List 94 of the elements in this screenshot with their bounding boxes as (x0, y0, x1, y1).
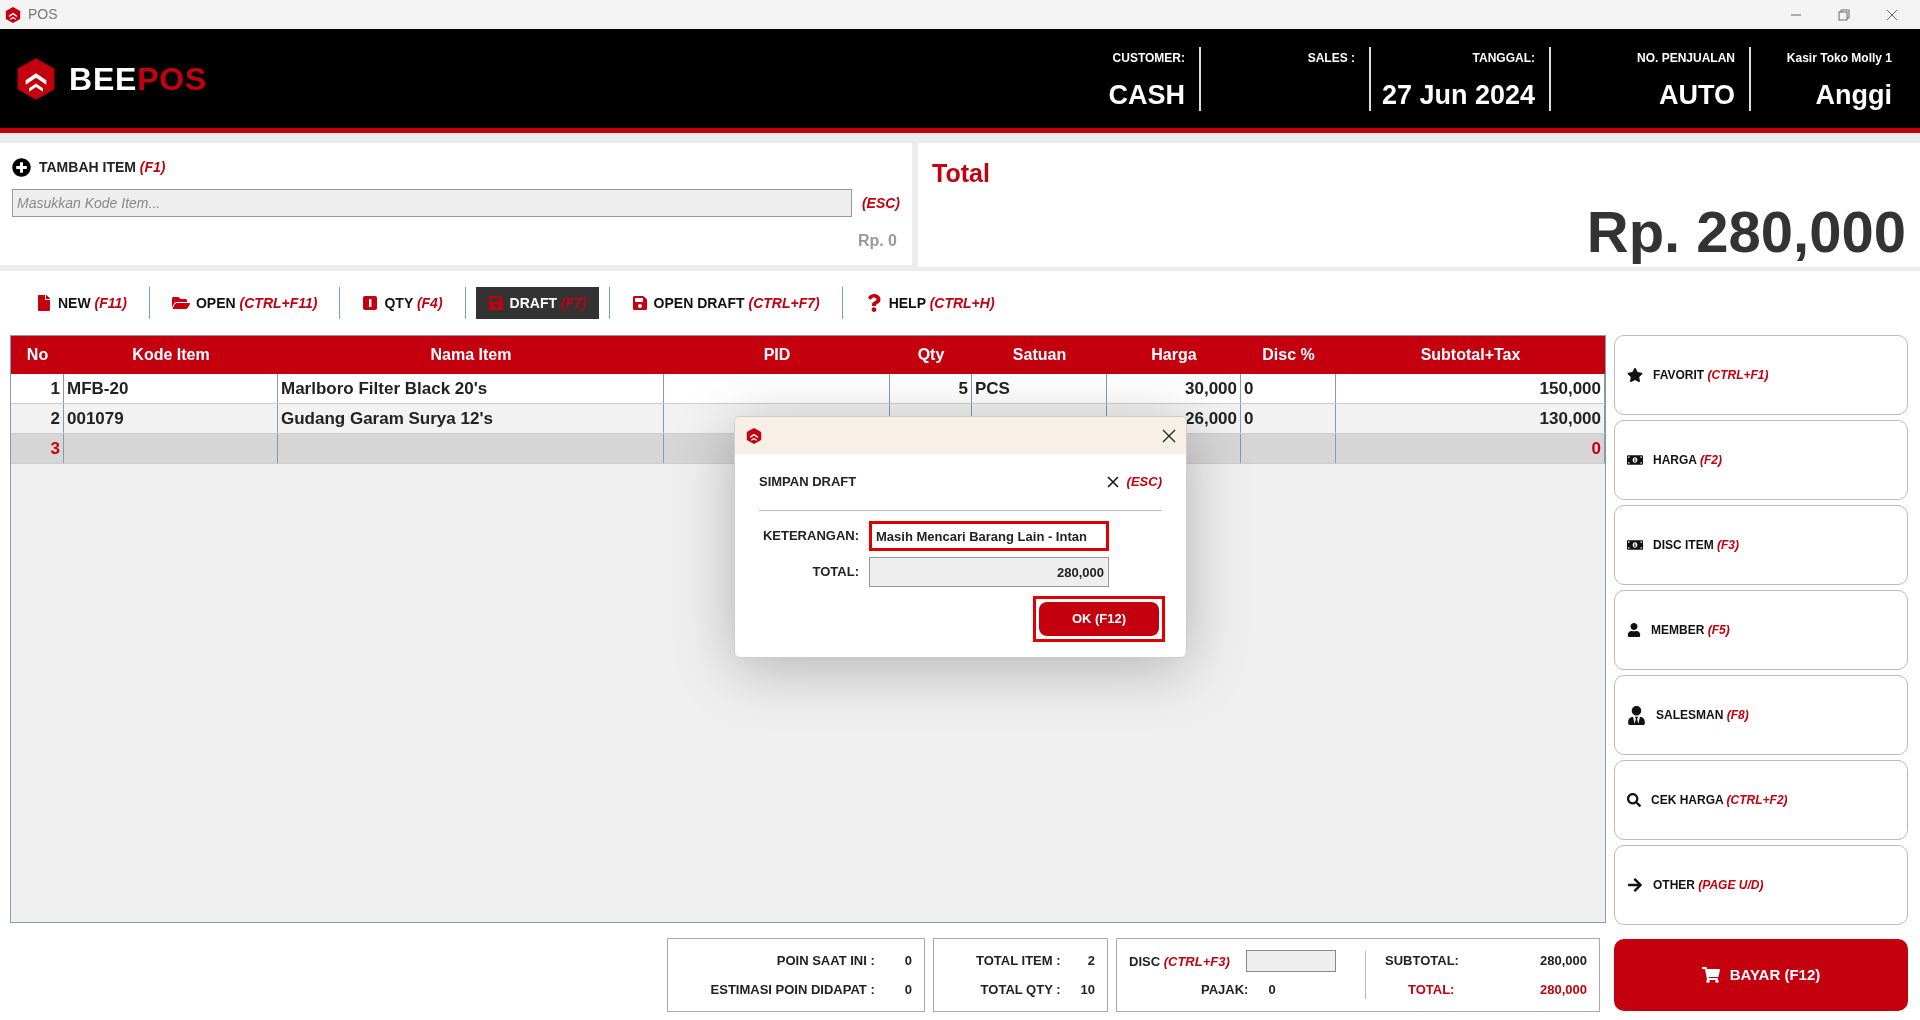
side-button[interactable]: FAVORIT (CTRL+F1) (1614, 335, 1908, 415)
toolbar-button[interactable]: DRAFT (F7) (475, 287, 599, 319)
user-icon (1627, 623, 1641, 637)
save-icon (631, 295, 648, 311)
grand-total-label: TOTAL: (1407, 981, 1456, 999)
side-button[interactable]: CEK HARGA (CTRL+F2) (1614, 760, 1908, 840)
table-cell-text: 0 (1244, 377, 1254, 400)
column-header[interactable]: Nama Item (278, 343, 664, 367)
note-field[interactable]: Masih Mencari Barang Lain - Intan (869, 521, 1109, 551)
tax-label: PAJAK: (1201, 981, 1249, 1000)
restore-icon[interactable] (1838, 8, 1850, 21)
header-label: SALES : (1307, 49, 1355, 67)
add-item-label: TAMBAH ITEM (F1) (39, 158, 166, 177)
arrow-right-icon (1627, 877, 1643, 893)
table-cell-text: 150,000 (1539, 377, 1601, 400)
column-header[interactable]: PID (664, 343, 890, 367)
table-cell-text: 5 (958, 377, 968, 400)
star-icon (1627, 367, 1643, 383)
table-cell-text: Marlboro Filter Black 20's (281, 377, 488, 400)
esc-shortcut: (ESC) (861, 193, 900, 213)
logo-text: BEE (69, 59, 138, 99)
table-cell-text: 0 (1591, 437, 1601, 460)
window-title: POS (28, 5, 58, 24)
cart-icon (1701, 966, 1720, 984)
header-value: AUTO (1659, 81, 1735, 109)
disc-field[interactable] (1245, 950, 1336, 973)
pay-button[interactable]: BAYAR (F12) (1614, 939, 1908, 1011)
table-cell-text: Gudang Garam Surya 12's (281, 407, 493, 430)
column-header[interactable]: Satuan (972, 343, 1107, 367)
field-label: KETERANGAN: (761, 527, 859, 546)
total-title: Total (932, 158, 990, 189)
subtotal-label: SUBTOTAL: (1384, 951, 1460, 970)
side-button[interactable]: SALESMAN (F8) (1614, 675, 1908, 755)
side-button[interactable]: HARGA (F2) (1614, 420, 1908, 500)
esc-shortcut: (ESC) (1126, 473, 1162, 492)
table-cell-text: MFB-20 (67, 377, 129, 400)
table-cell-text: 0 (1244, 407, 1254, 430)
column-header[interactable]: No (11, 343, 64, 367)
header-value: 27 Jun 2024 (1381, 81, 1535, 109)
side-button[interactable]: OTHER (PAGE U/D) (1614, 845, 1908, 925)
quantity-value: 10 (1080, 981, 1095, 999)
subtotal-value: 280,000 (1540, 951, 1587, 970)
tax-value: 0 (1268, 981, 1276, 1000)
quantity-label: TOTAL ITEM : (975, 951, 1061, 970)
app-icon (4, 5, 22, 24)
header-label: Kasir Toko Molly 1 (1786, 49, 1892, 67)
table-cell-text: 2 (50, 407, 60, 430)
side-button[interactable]: DISC ITEM (F3) (1614, 505, 1908, 585)
table-cell-text: 26,000 (1185, 407, 1237, 430)
table-row[interactable]: 1 MFB-20 Marlboro Filter Black 20's 5 PCS 30,000 0 150,000 (11, 374, 1605, 404)
logo-text: POS (137, 59, 208, 99)
disc-label: DISC (CTRL+F3) (1129, 952, 1230, 971)
add-icon (12, 158, 31, 177)
user-icon (1627, 705, 1646, 725)
side-button[interactable]: MEMBER (F5) (1614, 590, 1908, 670)
column-header[interactable]: Harga (1107, 343, 1241, 367)
banknote-icon (1627, 537, 1643, 553)
document-icon (36, 295, 52, 311)
points-label: POIN SAAT INI : (775, 951, 875, 970)
column-header[interactable]: Qty (890, 343, 972, 367)
folder-icon (172, 294, 190, 312)
table-cell-text: 130,000 (1539, 407, 1601, 430)
header-value: CASH (1108, 81, 1185, 109)
column-header[interactable]: Disc % (1241, 343, 1336, 367)
field-label: TOTAL: (811, 563, 859, 582)
table-cell-text: PCS (975, 377, 1010, 400)
app-icon (745, 426, 763, 445)
table-cell-text: 30,000 (1185, 377, 1237, 400)
points-value: 0 (904, 951, 912, 970)
ok-button[interactable]: OK (F12) (1039, 602, 1159, 636)
points-value: 0 (904, 981, 912, 999)
column-header[interactable]: Subtotal+Tax (1336, 343, 1605, 367)
close-icon[interactable] (1106, 476, 1119, 488)
table-cell-text: 001079 (67, 407, 124, 430)
save-icon (487, 295, 504, 311)
dialog-heading: SIMPAN DRAFT (759, 473, 857, 492)
quantity-label: TOTAL QTY : (979, 981, 1061, 999)
header-label: CUSTOMER: (1112, 49, 1185, 67)
total-field[interactable]: 280,000 (869, 557, 1109, 587)
column-header[interactable]: Kode Item (64, 343, 278, 367)
header-label: NO. PENJUALAN (1637, 49, 1735, 67)
banknote-icon (1627, 452, 1643, 468)
table-cell-text: 1 (50, 377, 60, 400)
header-value: Anggi (1815, 81, 1892, 109)
quantity-value: 2 (1086, 951, 1095, 970)
item-price: Rp. 0 (857, 231, 897, 251)
grand-total-value: 280,000 (1540, 981, 1587, 999)
header-label: TANGGAL: (1472, 49, 1535, 67)
table-cell-text: 3 (50, 437, 60, 460)
close-icon[interactable] (1162, 428, 1176, 443)
points-label: ESTIMASI POIN DIDAPAT : (709, 981, 875, 999)
search-icon (1627, 793, 1641, 807)
item-code-field[interactable]: Masukkan Kode Item... (12, 189, 852, 217)
numbered-square-icon (362, 295, 379, 311)
